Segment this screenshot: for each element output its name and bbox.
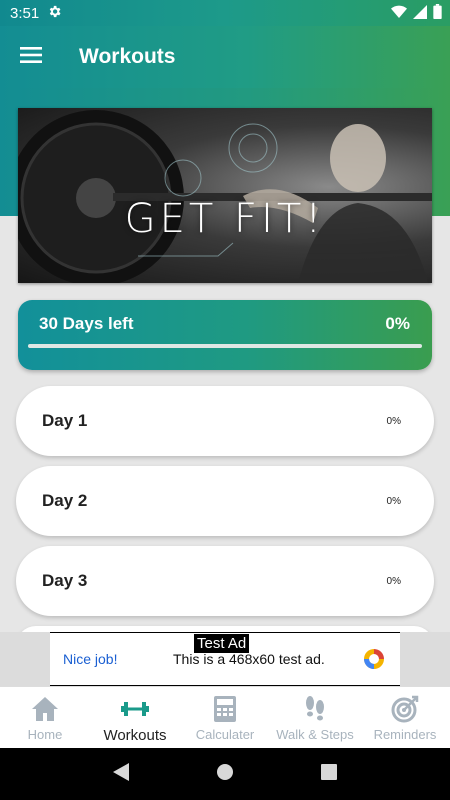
days-left-label: 30 Days left <box>39 314 134 333</box>
system-navigation-bar <box>0 748 450 800</box>
banner-headline: GET FIT! <box>124 196 326 242</box>
nav-item-calculater[interactable]: Calculater <box>180 687 270 748</box>
nav-label: Walk & Steps <box>276 727 354 742</box>
nav-item-home[interactable]: Home <box>0 687 90 748</box>
ad-choices-icon[interactable] <box>362 647 386 671</box>
footsteps-icon <box>300 695 330 723</box>
ad-main-text[interactable]: This is a 468x60 test ad. <box>173 651 325 667</box>
bottom-navigation: Home Workouts Calculater Walk & Steps Re… <box>0 686 450 748</box>
battery-icon <box>433 4 442 23</box>
recents-icon[interactable] <box>320 763 337 785</box>
status-time: 3:51 <box>10 4 40 22</box>
nav-label: Workouts <box>103 727 167 744</box>
home-circle-icon[interactable] <box>216 763 234 786</box>
nav-label: Reminders <box>373 727 437 742</box>
day-card[interactable]: Day 3 0% <box>16 546 434 616</box>
day-percent: 0% <box>386 576 401 587</box>
ad-left-text[interactable]: Nice job! <box>63 651 117 667</box>
signal-icon <box>413 4 427 23</box>
challenge-progress-card[interactable]: 30 Days left 0% <box>18 300 432 370</box>
hamburger-icon <box>20 46 42 68</box>
dumbbell-icon <box>120 695 150 723</box>
progress-percent: 0% <box>385 314 410 333</box>
day-card[interactable]: Day 2 0% <box>16 466 434 536</box>
target-icon <box>390 695 420 723</box>
nav-label: Calculater <box>195 727 255 742</box>
menu-button[interactable] <box>0 26 62 88</box>
day-percent: 0% <box>386 416 401 427</box>
nav-item-reminders[interactable]: Reminders <box>360 687 450 748</box>
nav-label: Home <box>27 727 63 742</box>
day-label: Day 1 <box>42 411 88 430</box>
day-card[interactable]: Day 1 0% <box>16 386 434 456</box>
home-icon <box>30 695 60 723</box>
calculator-icon <box>210 695 240 723</box>
day-percent: 0% <box>386 496 401 507</box>
status-bar: 3:51 <box>0 0 450 26</box>
nav-item-walk-steps[interactable]: Walk & Steps <box>270 687 360 748</box>
back-icon[interactable] <box>113 762 130 786</box>
nav-item-workouts[interactable]: Workouts <box>90 687 180 748</box>
app-bar: Workouts <box>0 26 450 88</box>
workout-banner-image: GET FIT! <box>18 108 432 283</box>
wifi-icon <box>391 5 407 23</box>
settings-icon <box>47 4 62 23</box>
day-label: Day 2 <box>42 491 88 510</box>
page-title: Workouts <box>79 45 176 68</box>
day-label: Day 3 <box>42 571 88 590</box>
progress-bar <box>28 344 422 348</box>
